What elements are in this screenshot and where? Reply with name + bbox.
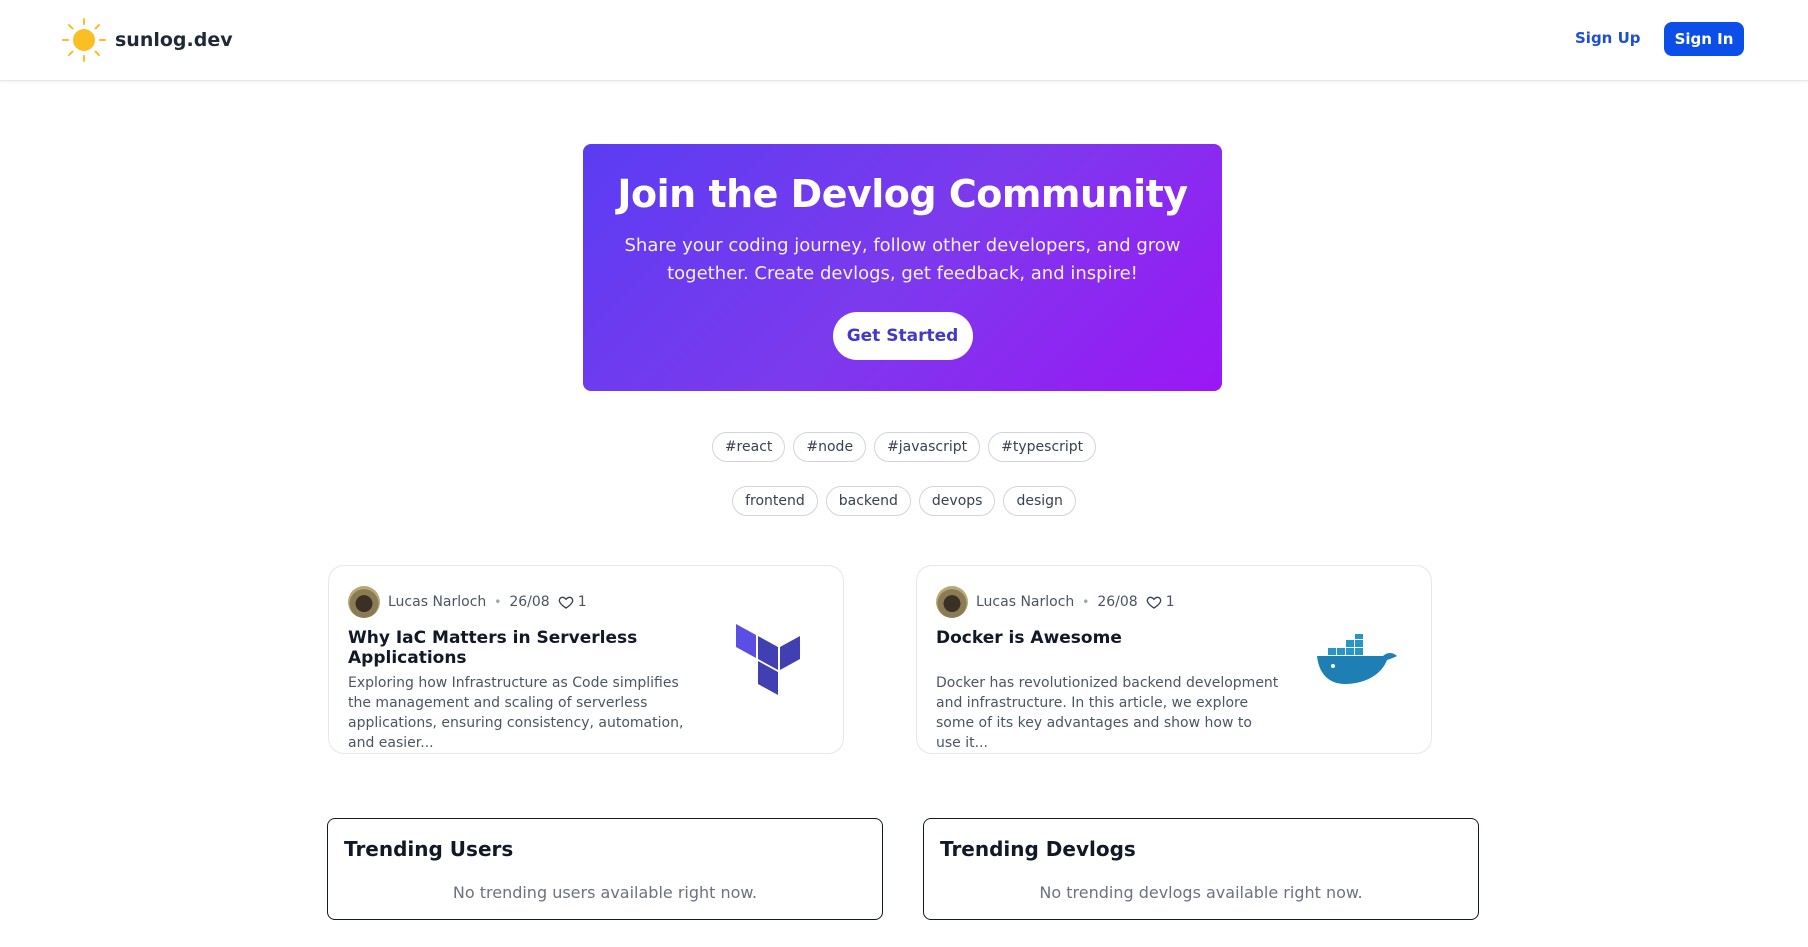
terraform-logo-icon — [736, 624, 800, 695]
like-count: 1 — [577, 594, 587, 610]
author-name[interactable]: Lucas Narloch — [976, 594, 1074, 610]
devlog-card[interactable]: Lucas Narloch • 26/08 1 Docker is Awesom… — [916, 565, 1432, 754]
hero-banner: Join the Devlog Community Share your cod… — [583, 144, 1222, 391]
sign-in-button[interactable]: Sign In — [1664, 22, 1744, 56]
hero-subtitle: Share your coding journey, follow other … — [624, 235, 1181, 284]
like-counter[interactable]: 1 — [1146, 594, 1175, 610]
get-started-button[interactable]: Get Started — [832, 312, 973, 360]
heart-icon — [558, 596, 574, 609]
devlog-card[interactable]: Lucas Narloch • 26/08 1 Why IaC Matters … — [328, 565, 844, 754]
trending-users-title: Trending Users — [344, 837, 514, 861]
separator-dot: • — [494, 595, 502, 609]
devlog-date: 26/08 — [1097, 594, 1138, 610]
devlog-excerpt: Exploring how Infrastructure as Code sim… — [348, 675, 684, 751]
sign-up-link[interactable]: Sign Up — [1575, 29, 1641, 47]
devlog-meta: Lucas Narloch • 26/08 1 — [348, 586, 587, 618]
trending-devlogs-empty-message: No trending devlogs available right now. — [1039, 883, 1363, 902]
devlog-title[interactable]: Why IaC Matters in Serverless Applicatio… — [348, 628, 648, 668]
category-chip[interactable]: design — [1003, 486, 1076, 516]
tag-chip[interactable]: #typescript — [988, 432, 1097, 462]
devlog-title[interactable]: Docker is Awesome — [936, 628, 1236, 648]
docker-logo-icon — [1317, 634, 1397, 684]
tag-chip[interactable]: #javascript — [874, 432, 981, 462]
heart-icon — [1146, 596, 1162, 609]
category-list: frontend backend devops design — [0, 486, 1808, 516]
devlog-date: 26/08 — [509, 594, 550, 610]
tag-chip[interactable]: #react — [711, 432, 786, 462]
category-chip[interactable]: frontend — [732, 486, 818, 516]
author-avatar[interactable] — [348, 586, 380, 618]
like-counter[interactable]: 1 — [558, 594, 587, 610]
separator-dot: • — [1082, 595, 1090, 609]
trending-devlogs-panel: Trending Devlogs No trending devlogs ava… — [923, 818, 1479, 920]
hero-title: Join the Devlog Community — [617, 172, 1188, 216]
site-logo[interactable]: sunlog.dev — [61, 17, 233, 63]
logo-text: sunlog.dev — [115, 29, 233, 51]
category-chip[interactable]: devops — [918, 486, 996, 516]
tag-chip[interactable]: #node — [793, 432, 867, 462]
author-name[interactable]: Lucas Narloch — [388, 594, 486, 610]
hashtag-list: #react #node #javascript #typescript — [0, 432, 1808, 462]
sun-icon — [62, 18, 106, 62]
devlog-excerpt: Docker has revolutionized backend develo… — [936, 675, 1279, 751]
category-chip[interactable]: backend — [825, 486, 911, 516]
trending-users-panel: Trending Users No trending users availab… — [327, 818, 883, 920]
top-navbar: sunlog.dev Sign Up Sign In — [0, 0, 1808, 81]
author-avatar[interactable] — [936, 586, 968, 618]
devlog-meta: Lucas Narloch • 26/08 1 — [936, 586, 1175, 618]
like-count: 1 — [1165, 594, 1175, 610]
trending-devlogs-title: Trending Devlogs — [940, 837, 1136, 861]
trending-users-empty-message: No trending users available right now. — [452, 883, 758, 902]
